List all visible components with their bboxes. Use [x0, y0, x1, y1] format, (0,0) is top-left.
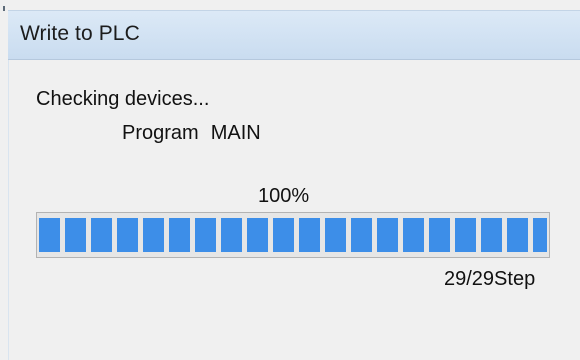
window-title: Write to PLC	[20, 22, 140, 45]
program-label: Program	[122, 122, 199, 144]
window-corner-mark	[3, 6, 5, 11]
program-info: Program MAIN	[122, 122, 261, 145]
progress-bar	[36, 212, 550, 258]
program-name: MAIN	[210, 122, 261, 144]
title-bar[interactable]: Write to PLC	[8, 10, 580, 60]
progress-percent: 100%	[258, 185, 310, 207]
write-to-plc-dialog: Write to PLC Checking devices... Program…	[0, 0, 580, 360]
step-counter: 29/29Step	[444, 268, 536, 290]
progress-bar-fill	[39, 218, 547, 252]
status-message: Checking devices...	[36, 88, 210, 110]
